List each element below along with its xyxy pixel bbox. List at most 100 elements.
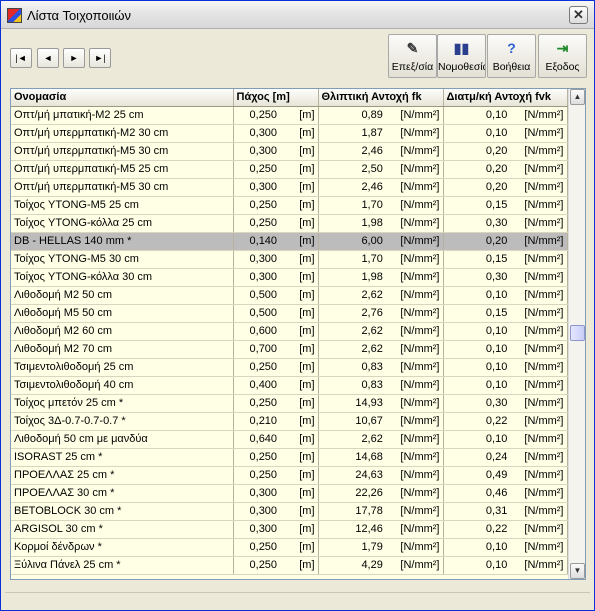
compressive-strength-value: 1,79 xyxy=(361,541,383,553)
table-row[interactable]: Τοίχος YTONG-κόλλα 30 cm 0,300 [m] 1,98 [N/m… xyxy=(11,268,568,287)
table-row[interactable]: Οπτ/μή μπατική-Μ2 25 cm 0,250 [m] 0,89 [N/mm… xyxy=(11,106,568,125)
table-row[interactable]: Οπτ/μή υπερμπατική-Μ2 30 cm 0,300 [m] 1,87 [… xyxy=(11,124,568,143)
cell-name: Οπτ/μή υπερμπατική-Μ5 30 cm xyxy=(11,142,234,161)
next-record-button[interactable]: ► xyxy=(63,48,85,68)
scroll-down-button[interactable]: ▼ xyxy=(570,563,585,579)
shear-strength-unit: [N/mm²] xyxy=(524,145,564,157)
cell-thickness: 0,500 [m] xyxy=(233,304,319,323)
cell-shear-strength: 0,30 [N/mm²] xyxy=(443,268,568,287)
table-row[interactable]: Τοίχος 3Δ-0.7-0.7-0.7 * 0,210 [m] 10,67 [N/m… xyxy=(11,412,568,431)
thickness-value: 0,140 xyxy=(249,235,278,247)
cell-compressive-strength: 1,87 [N/mm²] xyxy=(318,124,444,143)
cell-name: Οπτ/μή υπερμπατική-Μ2 30 cm xyxy=(11,124,234,143)
table-row[interactable]: Τσιμεντολιθοδομή 25 cm 0,250 [m] 0,83 [N/mm²… xyxy=(11,358,568,377)
thickness-value: 0,250 xyxy=(249,397,278,409)
table-row[interactable]: Λιθοδομή M2 50 cm 0,500 [m] 2,62 [N/mm²] 0,10… xyxy=(11,286,568,305)
vertical-scrollbar[interactable]: ▲ ▼ xyxy=(568,89,585,579)
legislation-button[interactable]: ▮▮ Νομοθεσία xyxy=(437,34,486,78)
compressive-strength-value: 2,46 xyxy=(361,145,383,157)
scroll-thumb[interactable] xyxy=(570,325,585,341)
cell-thickness: 0,300 [m] xyxy=(233,142,319,161)
shear-strength-value: 0,10 xyxy=(485,325,508,337)
cell-name: BETOBLOCK 30 cm * xyxy=(11,502,234,521)
thickness-value: 0,600 xyxy=(249,325,278,337)
table-row[interactable]: ARGISOL 30 cm * 0,300 [m] 12,46 [N/mm²] 0,22 [… xyxy=(11,520,568,539)
cell-name: ARGISOL 30 cm * xyxy=(11,520,234,539)
cell-name: Τοίχος μπετόν 25 cm * xyxy=(11,394,234,413)
table-row[interactable]: Οπτ/μή υπερμπατική-Μ5 30 cm 0,300 [m] 2,46 [… xyxy=(11,142,568,161)
exit-button[interactable]: ⇥ Εξοδος xyxy=(538,34,587,78)
table-row[interactable]: Λιθοδομή M2 60 cm 0,600 [m] 2,62 [N/mm²] 0,10… xyxy=(11,322,568,341)
cell-compressive-strength: 2,62 [N/mm²] xyxy=(318,286,444,305)
table-row[interactable]: Τοίχος YTONG-κόλλα 25 cm 0,250 [m] 1,98 [N/m… xyxy=(11,214,568,233)
cell-thickness: 0,300 [m] xyxy=(233,502,319,521)
shear-strength-value: 0,22 xyxy=(485,415,508,427)
table-row[interactable]: Τοίχος YTONG-M5 30 cm 0,300 [m] 1,70 [N/mm²]… xyxy=(11,250,568,269)
table-row[interactable]: Τοίχος μπετόν 25 cm * 0,250 [m] 14,93 [N/mm²… xyxy=(11,394,568,413)
table-row[interactable]: Ξύλινα Πάνελ 25 cm * 0,250 [m] 4,29 [N/mm²] 0… xyxy=(11,556,568,575)
table-row[interactable]: ΠΡΟΕΛΛΑΣ 30 cm * 0,300 [m] 22,26 [N/mm²] 0,46… xyxy=(11,484,568,503)
title-bar[interactable]: Λίστα Τοιχοποιιών ✕ xyxy=(1,1,594,29)
shear-strength-value: 0,30 xyxy=(485,217,508,229)
cell-thickness: 0,400 [m] xyxy=(233,376,319,395)
cell-name: Λιθοδομή M2 50 cm xyxy=(11,286,234,305)
shear-strength-unit: [N/mm²] xyxy=(524,361,564,373)
masonry-grid[interactable]: Ονομασία Πάχος [m] Θλιπτική Αντοχή fk Δι… xyxy=(10,88,586,580)
table-row[interactable]: Τοίχος YTONG-M5 25 cm 0,250 [m] 1,70 [N/mm²]… xyxy=(11,196,568,215)
table-row[interactable]: ΠΡΟΕΛΛΑΣ 25 cm * 0,250 [m] 24,63 [N/mm²] 0,49… xyxy=(11,466,568,485)
edit-button[interactable]: ✎ Επεξ/σία xyxy=(388,34,437,78)
thickness-value: 0,250 xyxy=(249,361,278,373)
table-row[interactable]: Λιθοδομή M5 50 cm 0,500 [m] 2,76 [N/mm²] 0,15… xyxy=(11,304,568,323)
compressive-strength-unit: [N/mm²] xyxy=(400,235,440,247)
first-record-button[interactable]: |◄ xyxy=(10,48,32,68)
table-row[interactable]: ISORAST 25 cm * 0,250 [m] 14,68 [N/mm²] 0,24 [… xyxy=(11,448,568,467)
thickness-unit: [m] xyxy=(299,415,315,427)
thickness-unit: [m] xyxy=(299,235,315,247)
column-header-thickness[interactable]: Πάχος [m] xyxy=(233,89,319,107)
compressive-strength-value: 4,29 xyxy=(361,559,383,571)
cell-shear-strength: 0,10 [N/mm²] xyxy=(443,124,568,143)
table-row[interactable]: Λιθοδομή M2 70 cm 0,700 [m] 2,62 [N/mm²] 0,10… xyxy=(11,340,568,359)
thickness-value: 0,500 xyxy=(249,289,278,301)
cell-compressive-strength: 24,63 [N/mm²] xyxy=(318,466,444,485)
thickness-value: 0,250 xyxy=(249,163,278,175)
shear-strength-unit: [N/mm²] xyxy=(524,235,564,247)
thickness-value: 0,250 xyxy=(249,217,278,229)
thickness-unit: [m] xyxy=(299,325,315,337)
table-row[interactable]: DB - HELLAS 140 mm * 0,140 [m] 6,00 [N/mm²] 0… xyxy=(11,232,568,251)
column-header-compressive-strength[interactable]: Θλιπτική Αντοχή fk xyxy=(318,89,444,107)
thickness-value: 0,500 xyxy=(249,307,278,319)
shear-strength-value: 0,10 xyxy=(485,559,508,571)
edit-button-label: Επεξ/σία xyxy=(391,61,434,73)
table-row[interactable]: Οπτ/μή υπερμπατική-Μ5 25 cm 0,250 [m] 2,50 [… xyxy=(11,160,568,179)
compressive-strength-value: 22,26 xyxy=(355,487,383,499)
cell-name: Λιθοδομή 50 cm με μανδύα xyxy=(11,430,234,449)
shear-strength-value: 0,10 xyxy=(485,361,508,373)
scroll-up-button[interactable]: ▲ xyxy=(570,89,585,105)
cell-shear-strength: 0,30 [N/mm²] xyxy=(443,214,568,233)
thickness-unit: [m] xyxy=(299,523,315,535)
help-button[interactable]: ? Βοήθεια xyxy=(487,34,536,78)
close-button[interactable]: ✕ xyxy=(569,6,588,24)
shear-strength-unit: [N/mm²] xyxy=(524,523,564,535)
table-row[interactable]: Κορμοί δένδρων * 0,250 [m] 1,79 [N/mm²] 0,10 [… xyxy=(11,538,568,557)
cell-thickness: 0,300 [m] xyxy=(233,268,319,287)
compressive-strength-value: 14,68 xyxy=(355,451,383,463)
thickness-unit: [m] xyxy=(299,109,315,121)
prev-record-button[interactable]: ◄ xyxy=(37,48,59,68)
last-record-button[interactable]: ►| xyxy=(89,48,111,68)
thickness-unit: [m] xyxy=(299,559,315,571)
table-row[interactable]: Οπτ/μή υπερμπατική-Μ5 30 cm 0,300 [m] 2,46 [… xyxy=(11,178,568,197)
cell-compressive-strength: 2,46 [N/mm²] xyxy=(318,178,444,197)
column-header-shear-strength[interactable]: Διατμ/κή Αντοχή fvk xyxy=(443,89,568,107)
table-row[interactable]: Λιθοδομή 50 cm με μανδύα 0,640 [m] 2,62 [N/m… xyxy=(11,430,568,449)
cell-name: Οπτ/μή υπερμπατική-Μ5 25 cm xyxy=(11,160,234,179)
table-row[interactable]: Τσιμεντολιθοδομή 40 cm 0,400 [m] 0,83 [N/mm²… xyxy=(11,376,568,395)
compressive-strength-unit: [N/mm²] xyxy=(400,541,440,553)
table-row[interactable]: BETOBLOCK 30 cm * 0,300 [m] 17,78 [N/mm²] 0,3… xyxy=(11,502,568,521)
cell-shear-strength: 0,10 [N/mm²] xyxy=(443,322,568,341)
shear-strength-value: 0,15 xyxy=(485,307,508,319)
cell-thickness: 0,210 [m] xyxy=(233,412,319,431)
column-header-name[interactable]: Ονομασία xyxy=(11,89,234,107)
shear-strength-value: 0,10 xyxy=(485,127,508,139)
